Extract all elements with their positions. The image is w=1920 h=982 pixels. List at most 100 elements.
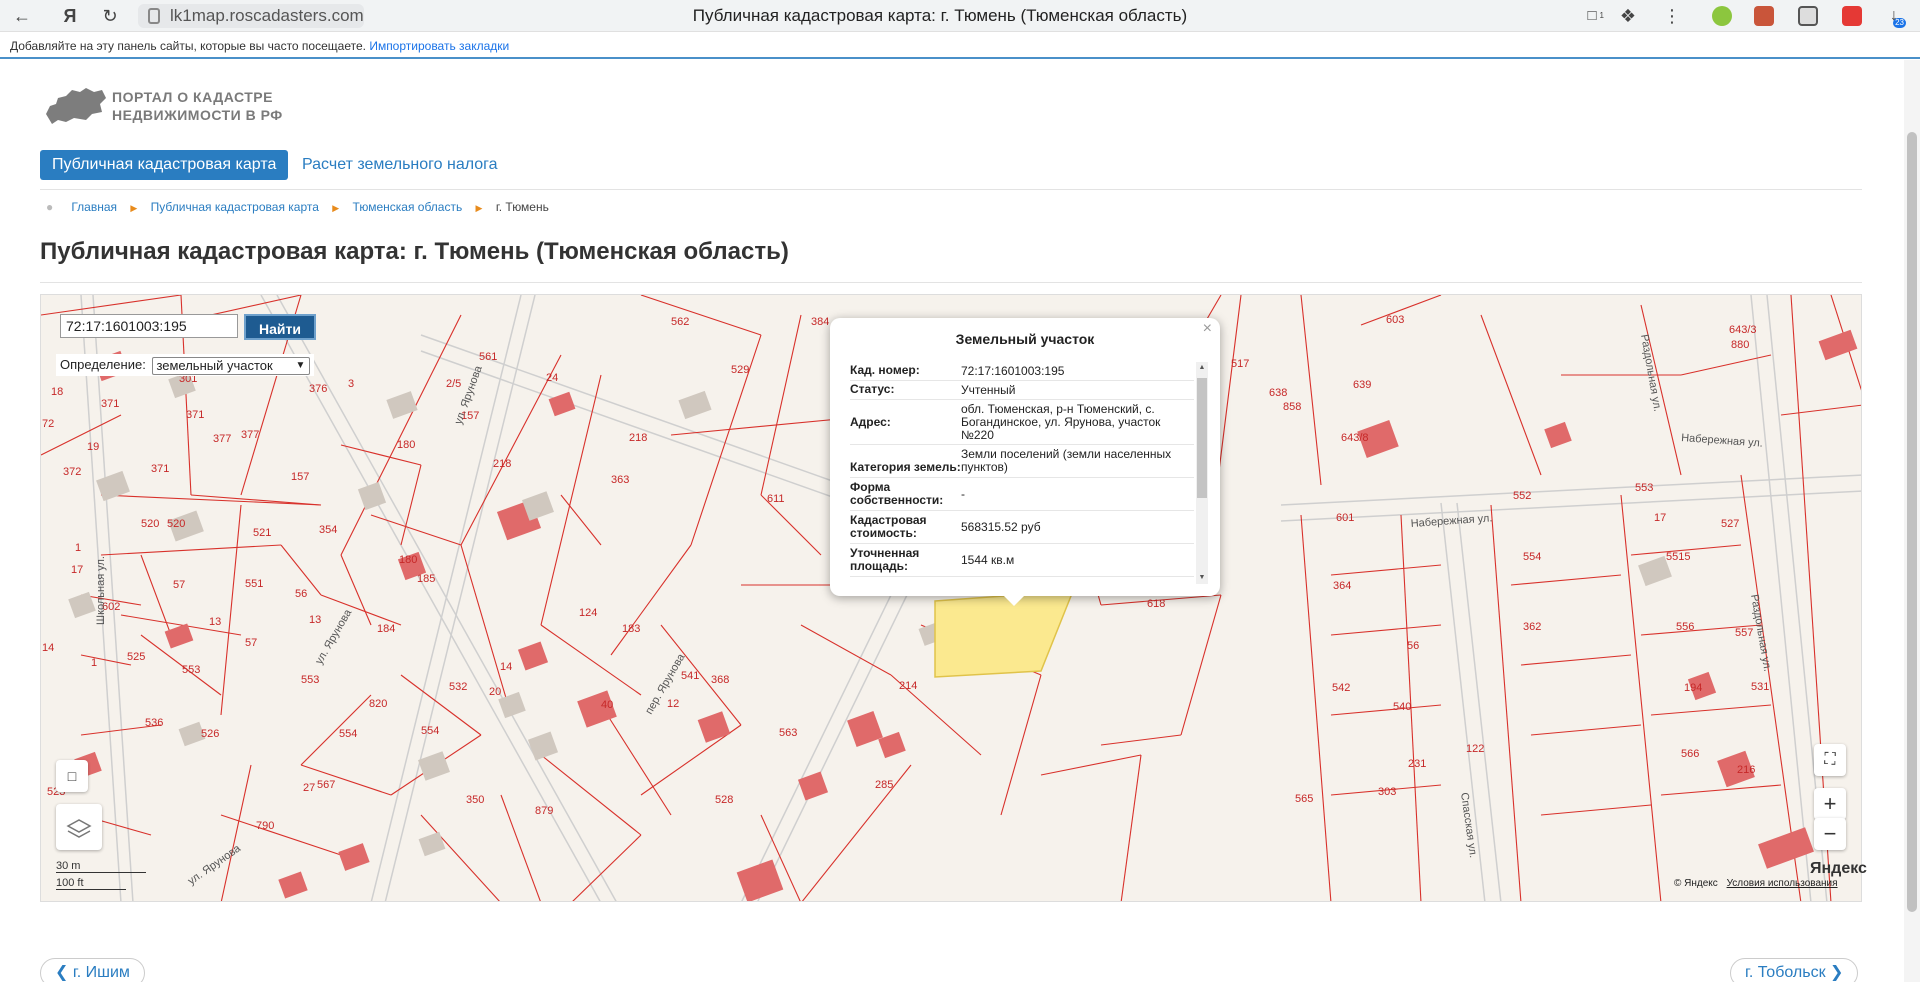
layers-button[interactable] (56, 804, 102, 850)
bookmarks-hint: Добавляйте на эту панель сайты, которые … (10, 39, 366, 53)
logo-line-1: ПОРТАЛ О КАДАСТРЕ (112, 89, 273, 105)
address-bar[interactable]: lk1map.roscadasters.com (138, 4, 364, 28)
breadcrumb-home[interactable]: Главная (71, 200, 117, 214)
copyright-text: © Яндекс (1674, 878, 1718, 889)
breadcrumb-arrow-icon: ▶ (475, 203, 483, 213)
popup-key: Кад. номер: (850, 363, 920, 377)
parcel-number-label: 216 (1737, 764, 1755, 776)
parcel-boundary (41, 295, 182, 316)
menu-dots-icon[interactable]: ⋮ (1660, 4, 1684, 28)
parcel-number-label: 13 (209, 616, 221, 628)
breadcrumb-region[interactable]: Тюменская область (353, 200, 463, 214)
parcel-number-label: 371 (101, 398, 119, 410)
parcel-number-label: 368 (711, 674, 729, 686)
parcel-boundary (1780, 404, 1861, 416)
parcel-boundary (1300, 295, 1322, 486)
fullscreen-icon: ⛶ (1824, 751, 1836, 768)
cadastral-search-input[interactable]: 72:17:1601003:195 (60, 314, 238, 338)
parcel-number-label: 525 (127, 651, 145, 663)
breadcrumb-map[interactable]: Публичная кадастровая карта (151, 200, 319, 214)
scroll-up-icon[interactable]: ▲ (1196, 362, 1208, 374)
popup-key: Статус: (850, 382, 895, 396)
definition-value: земельный участок (156, 357, 273, 373)
fullscreen-button[interactable]: ⛶ (1814, 744, 1846, 776)
parcel-number-label: 528 (715, 794, 733, 806)
page-scrollbar-thumb[interactable] (1907, 132, 1917, 912)
parcel-number-label: 566 (1681, 748, 1699, 760)
popup-scrollbar-thumb[interactable] (1197, 378, 1207, 498)
parcel-number-label: 532 (449, 681, 467, 693)
parcel-boundary (1330, 704, 1442, 716)
extension-green-icon[interactable] (1712, 6, 1732, 26)
parcel-number-label: 790 (256, 820, 274, 832)
extension-stamp-icon[interactable] (1754, 6, 1774, 26)
extension-badge: 1 (1599, 11, 1604, 20)
parcel-boundary (80, 654, 132, 666)
back-arrow-icon[interactable]: ← (10, 4, 34, 28)
scale-meters: 30 m (56, 860, 146, 873)
ruler-button[interactable]: □ (56, 760, 88, 792)
parcel-boundary (1120, 754, 1142, 901)
parcel-number-label: 13 (309, 614, 321, 626)
parcel-boundary (1480, 314, 1542, 476)
extension-pdf-icon[interactable] (1842, 6, 1862, 26)
parcel-number-label: 554 (339, 728, 357, 740)
map-scale: 30 m 100 ft (56, 860, 146, 890)
reload-icon[interactable]: ↻ (98, 4, 122, 28)
parcel-number-label: 40 (601, 699, 613, 711)
popup-value: обл. Тюменская, р-н Тюменский, с. Боганд… (961, 401, 1161, 442)
building (517, 641, 549, 671)
extension-icon[interactable]: □ 1 (1580, 4, 1604, 28)
parcel-number-label: 638 (1269, 387, 1287, 399)
browser-toolbar: ← Я ↻ lk1map.roscadasters.com Публичная … (0, 0, 1920, 32)
tab-cadastral-map[interactable]: Публичная кадастровая карта (40, 150, 289, 180)
parcel-number-label: 17 (1654, 512, 1666, 524)
search-button[interactable]: Найти (244, 314, 316, 340)
road-edge (1280, 490, 1861, 522)
breadcrumb: ● Главная ▶ Публичная кадастровая карта … (46, 200, 549, 214)
yandex-icon[interactable]: Я (58, 4, 82, 28)
next-city-button[interactable]: г. Тобольск ❯ (1730, 958, 1859, 982)
parcel-number-label: 820 (369, 698, 387, 710)
bookmark-icon[interactable]: ❖ (1616, 4, 1640, 28)
popup-key: Уточненная площадь: (850, 546, 920, 573)
parcel-number-label: 643/3 (1729, 324, 1757, 336)
page-scrollbar[interactable] (1904, 60, 1920, 982)
terms-link[interactable]: Условия использования (1727, 878, 1838, 889)
parcel-number-label: 553 (182, 664, 200, 676)
parcel-number-label: 57 (173, 579, 185, 591)
parcel-info-popup: × Земельный участок Кад. номер: 72:17:16… (830, 318, 1220, 596)
parcel-boundary (1100, 734, 1182, 746)
parcel-number-label: 1 (75, 542, 81, 554)
tab-land-tax[interactable]: Расчет земельного налога (290, 150, 510, 180)
parcel-number-label: 19 (87, 441, 99, 453)
parcel-boundary (610, 544, 692, 656)
parcel-number-label: 1 (91, 657, 97, 669)
parcel-boundary (400, 464, 422, 546)
scroll-down-icon[interactable]: ▼ (1196, 572, 1208, 584)
street-name-label: Раздольная ул. (1638, 333, 1663, 412)
popup-value: Земли поселений (земли населенных пункто… (961, 447, 1172, 474)
parcel-boundary (220, 764, 252, 901)
popup-row-value: Кадастровая стоимость: 568315.52 руб (850, 511, 1194, 544)
prev-city-button[interactable]: ❮ г. Ишим (40, 958, 145, 982)
definition-label: Определение: (60, 357, 146, 372)
parcel-number-label: 371 (151, 463, 169, 475)
zoom-in-button[interactable]: + (1814, 788, 1846, 820)
popup-pointer (1002, 594, 1026, 606)
parcel-number-label: 218 (493, 458, 511, 470)
zoom-out-button[interactable]: − (1814, 818, 1846, 850)
russia-map-logo-icon[interactable] (44, 84, 108, 128)
downloads-icon[interactable]: ↓ 23 (1882, 4, 1906, 28)
parcel-number-label: 18 (51, 386, 63, 398)
import-bookmarks-link[interactable]: Импортировать закладки (369, 39, 509, 53)
popup-scrollbar[interactable]: ▲ ▼ (1196, 362, 1208, 584)
parcel-number-label: 57 (245, 637, 257, 649)
extension-puzzle-icon[interactable] (1798, 6, 1818, 26)
parcel-boundary (140, 554, 172, 636)
definition-select[interactable]: земельный участок ▼ (152, 356, 311, 375)
parcel-number-label: 14 (42, 642, 54, 654)
site-logo-text[interactable]: ПОРТАЛ О КАДАСТРЕ НЕДВИЖИМОСТИ В РФ (112, 88, 283, 124)
parcel-number-label: 218 (629, 432, 647, 444)
ruler-icon: □ (67, 768, 77, 784)
